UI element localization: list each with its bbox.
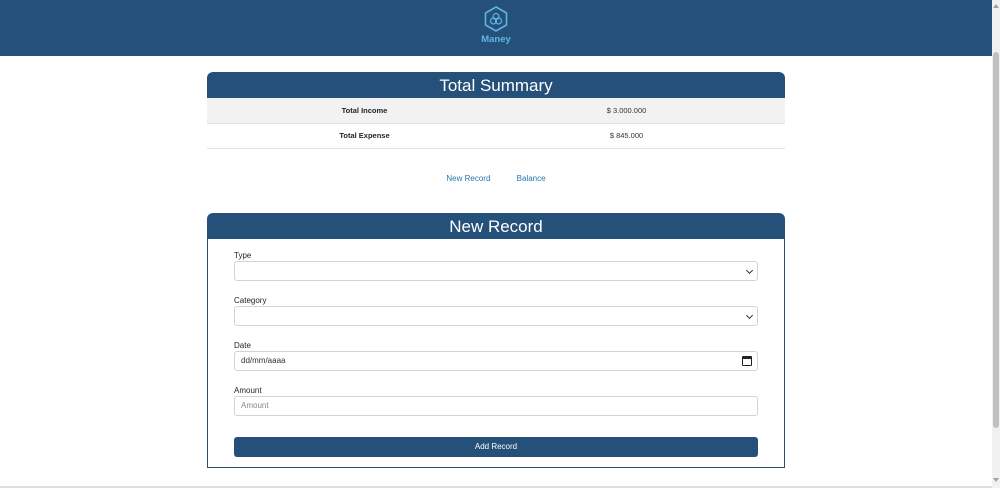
balance-link[interactable]: Balance (517, 174, 546, 183)
income-label: Total Income (207, 98, 496, 124)
new-record-link[interactable]: New Record (446, 174, 490, 183)
date-input-placeholder: dd/mm/aaaa (241, 356, 286, 365)
hexagon-logo-icon (484, 6, 508, 32)
type-label: Type (234, 251, 252, 260)
scrollbar-thumb[interactable] (993, 52, 999, 428)
amount-label: Amount (234, 386, 262, 395)
summary-title: Total Summary (207, 72, 785, 98)
chevron-down-icon (745, 266, 754, 275)
brand-name: Maney (481, 34, 511, 45)
brand-logo[interactable]: Maney (472, 6, 520, 45)
calendar-icon[interactable] (742, 356, 752, 366)
date-label: Date (234, 341, 251, 350)
page-scrollbar[interactable] (992, 0, 1000, 488)
date-input[interactable]: dd/mm/aaaa (234, 351, 758, 371)
category-select[interactable] (234, 306, 758, 326)
new-record-form: Type Category Date dd/mm/aaaa Amount Amo… (207, 239, 785, 468)
scroll-up-icon[interactable] (993, 4, 999, 8)
amount-input[interactable]: Amount (234, 396, 758, 416)
summary-table: Total Income $ 3.000.000 Total Expense $… (207, 98, 785, 149)
income-value: $ 3.000.000 (496, 98, 785, 124)
table-row: Total Expense $ 845.000 (207, 123, 785, 149)
expense-value: $ 845.000 (496, 123, 785, 149)
table-row: Total Income $ 3.000.000 (207, 98, 785, 124)
category-label: Category (234, 296, 267, 305)
scroll-down-icon[interactable] (993, 478, 999, 482)
app-header: Maney (0, 0, 992, 56)
amount-input-placeholder: Amount (241, 401, 269, 410)
new-record-title: New Record (207, 213, 785, 239)
expense-label: Total Expense (207, 123, 496, 149)
add-record-button[interactable]: Add Record (234, 437, 758, 457)
chevron-down-icon (745, 311, 754, 320)
type-select[interactable] (234, 261, 758, 281)
record-nav: New Record Balance (0, 174, 992, 183)
